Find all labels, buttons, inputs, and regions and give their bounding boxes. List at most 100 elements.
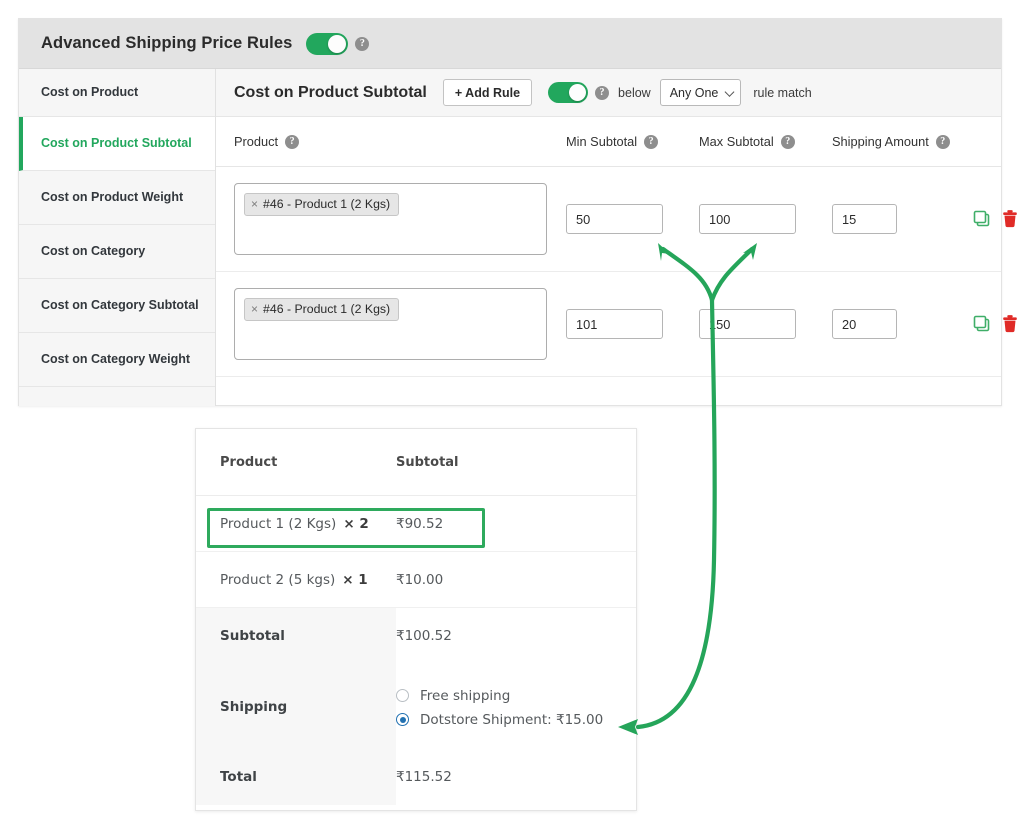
rules-table-header: Product ? Min Subtotal ? Max Subtotal ? … [216,117,1001,167]
column-label: Product [234,134,279,149]
min-subtotal-input[interactable] [566,204,663,234]
sidebar-item-label: Cost on Product Weight [41,190,184,205]
rules-enable-toggle[interactable] [548,82,589,103]
help-icon[interactable]: ? [780,134,795,149]
help-icon[interactable]: ? [595,85,610,100]
sidebar-item-cost-on-product[interactable]: Cost on Product [19,69,215,117]
cart-item-name: Product 1 (2 Kgs) × 2 [196,496,396,551]
toggle-knob [569,84,587,101]
rule-match-select[interactable]: Any One [659,79,742,106]
rule-product-cell: × #46 - Product 1 (2 Kgs) [216,183,566,255]
cart-item-title: Product 1 (2 Kgs) [220,515,337,532]
cart-header-row: Product Subtotal [196,429,636,496]
cart-subtotal-value: ₹100.52 [396,628,452,644]
sidebar-item-cost-on-category[interactable]: Cost on Category [19,225,215,279]
rule-max-cell [699,204,832,234]
shipping-amount-input[interactable] [832,309,897,339]
rules-toolbar: Cost on Product Subtotal + Add Rule ? be… [216,69,1001,117]
shipping-rules-panel: Advanced Shipping Price Rules ? Cost on … [18,18,1017,406]
table-row: × #46 - Product 1 (2 Kgs) [216,272,1017,377]
cart-shipping-row: Shipping Free shipping Dotstore Shipment… [196,664,636,749]
cart-item-subtotal: ₹10.00 [396,571,444,588]
column-label: Min Subtotal [566,134,638,149]
page-title: Advanced Shipping Price Rules [41,34,293,52]
shipping-option-dotstore[interactable]: Dotstore Shipment: ₹15.00 [396,712,603,728]
rule-actions-cell [972,209,1019,229]
product-multiselect[interactable]: × #46 - Product 1 (2 Kgs) [234,183,547,255]
sidebar-item-label: Cost on Category [41,244,146,259]
product-chip[interactable]: × #46 - Product 1 (2 Kgs) [244,193,400,216]
sidebar-item-label: Cost on Category Subtotal [41,298,199,313]
sidebar-item-cost-on-category-weight[interactable]: Cost on Category Weight [19,333,215,387]
cart-shipping-options: Free shipping Dotstore Shipment: ₹15.00 [396,664,636,749]
sidebar-item-label: Cost on Product Subtotal [41,136,192,151]
rule-amount-cell [832,204,972,234]
radio-button[interactable] [396,689,409,702]
delete-icon[interactable] [1001,209,1019,229]
cart-item-subtotal: ₹90.52 [396,515,444,532]
cart-item-title: Product 2 (5 kgs) [220,571,336,588]
max-subtotal-input[interactable] [699,204,796,234]
cart-item-qty: × 2 [343,515,369,532]
sidebar-item-cost-on-product-subtotal[interactable]: Cost on Product Subtotal [19,117,215,171]
rules-area: Cost on Product Subtotal + Add Rule ? be… [216,69,1017,406]
cart-item-qty: × 1 [342,571,368,588]
rule-actions-cell [972,314,1019,334]
rules-sidebar: Cost on Product Cost on Product Subtotal… [19,69,216,406]
shipping-option-label: Dotstore Shipment: ₹15.00 [420,711,604,728]
help-icon[interactable]: ? [935,134,950,149]
column-label: Max Subtotal [699,134,774,149]
add-rule-button[interactable]: + Add Rule [442,79,533,106]
rule-amount-cell [832,309,972,339]
product-chip-label: #46 - Product 1 (2 Kgs) [263,302,391,316]
sidebar-item-label: Cost on Product [41,85,139,100]
min-subtotal-input[interactable] [566,309,663,339]
cart-line-item-2: Product 2 (5 kgs) × 1 ₹10.00 [196,552,636,608]
column-header-product: Product ? [216,134,566,149]
column-label: Shipping Amount [832,134,929,149]
cart-subtotal-label: Subtotal [196,608,396,664]
screenshot-root: Advanced Shipping Price Rules ? Cost on … [0,0,1024,821]
shipping-option-free[interactable]: Free shipping [396,688,510,704]
panel-body: Cost on Product Cost on Product Subtotal… [19,69,1017,406]
duplicate-icon[interactable] [972,209,992,229]
radio-button-selected[interactable] [396,713,409,726]
below-label: below [618,85,651,100]
delete-icon[interactable] [1001,314,1019,334]
cart-line-item-1: Product 1 (2 Kgs) × 2 ₹90.52 [196,496,636,552]
cart-shipping-label: Shipping [196,664,396,749]
product-multiselect[interactable]: × #46 - Product 1 (2 Kgs) [234,288,547,360]
cart-total-label: Total [196,749,396,805]
shipping-amount-input[interactable] [832,204,897,234]
cart-item-name: Product 2 (5 kgs) × 1 [196,552,396,607]
table-row: × #46 - Product 1 (2 Kgs) [216,167,1017,272]
rule-match-label: rule match [753,85,812,100]
panel-header: Advanced Shipping Price Rules ? [19,19,1001,69]
cart-header-subtotal: Subtotal [396,454,459,470]
cart-subtotal-row: Subtotal ₹100.52 [196,608,636,664]
cart-totals-table: Product Subtotal Product 1 (2 Kgs) × 2 ₹… [195,428,637,811]
cart-total-row: Total ₹115.52 [196,749,636,805]
rule-product-cell: × #46 - Product 1 (2 Kgs) [216,288,566,360]
column-header-max-subtotal: Max Subtotal ? [699,134,832,149]
sidebar-item-cost-on-category-subtotal[interactable]: Cost on Category Subtotal [19,279,215,333]
rule-min-cell [566,204,699,234]
duplicate-icon[interactable] [972,314,992,334]
help-icon[interactable]: ? [285,134,300,149]
chevron-down-icon [724,86,735,97]
sidebar-item-cost-on-product-weight[interactable]: Cost on Product Weight [19,171,215,225]
toggle-knob [328,34,347,53]
advanced-rules-toggle[interactable] [306,32,349,55]
sidebar-item-label: Cost on Category Weight [41,352,191,367]
close-icon[interactable]: × [251,197,258,211]
help-icon[interactable]: ? [644,134,659,149]
help-icon[interactable]: ? [355,36,370,51]
rules-section-title: Cost on Product Subtotal [234,83,427,101]
shipping-option-label: Free shipping [420,687,511,704]
close-icon[interactable]: × [251,302,258,316]
product-chip[interactable]: × #46 - Product 1 (2 Kgs) [244,298,400,321]
column-header-shipping-amount: Shipping Amount ? [832,134,972,149]
max-subtotal-input[interactable] [699,309,796,339]
rule-match-value: Any One [669,85,719,100]
rule-min-cell [566,309,699,339]
